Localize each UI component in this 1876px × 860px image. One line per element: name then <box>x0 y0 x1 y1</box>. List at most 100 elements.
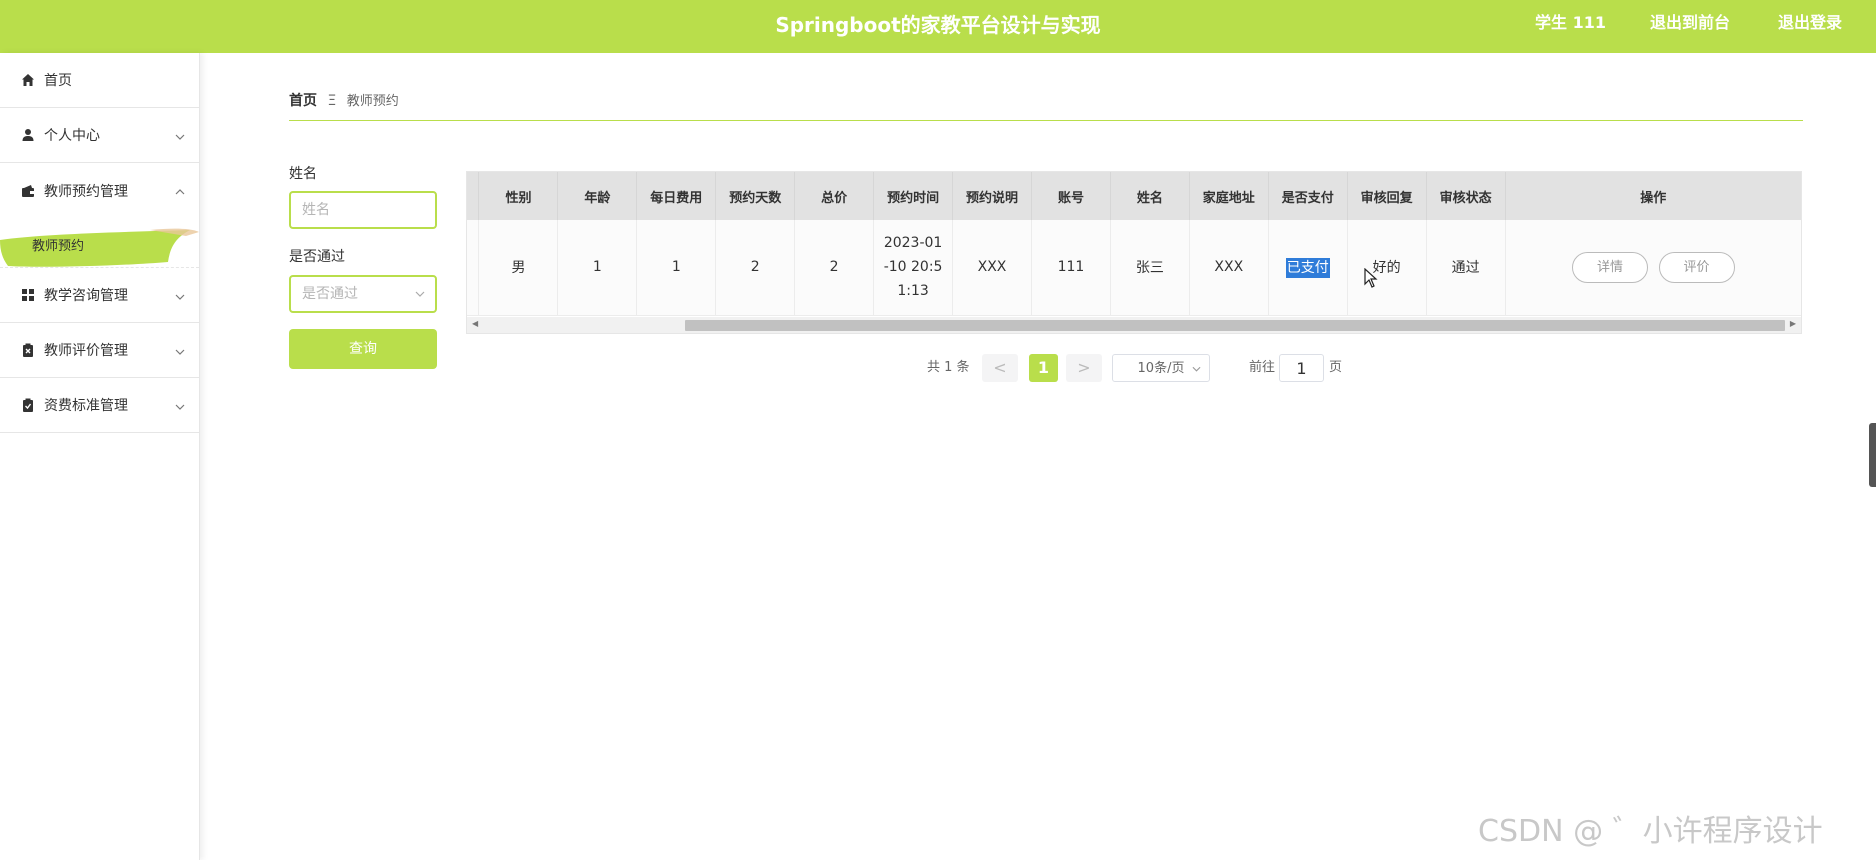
cell-account: 111 <box>1031 220 1111 316</box>
table-header: 预约天数 <box>715 172 796 220</box>
clipboard-x-icon <box>20 342 36 358</box>
user-label[interactable]: 学生 111 <box>1535 0 1606 48</box>
goto-page-input[interactable]: 1 <box>1279 354 1324 382</box>
cell-reply: 好的 <box>1347 220 1427 316</box>
detail-button[interactable]: 详情 <box>1572 251 1649 283</box>
sidebar-item-consulting[interactable]: 教学咨询管理 <box>0 268 199 323</box>
pagination-total: 共 1 条 <box>927 360 970 375</box>
table-header: 操作 <box>1505 172 1801 220</box>
sidebar-subitem-teacher-booking[interactable]: 教师预约 <box>0 228 199 267</box>
table-row: 男 1 1 2 2 2023-01 -10 20:5 1:13 XXX 111 … <box>467 220 1801 316</box>
table-header: 预约时间 <box>873 172 954 220</box>
prev-page-button[interactable]: < <box>982 354 1018 382</box>
wallet-icon <box>20 183 36 199</box>
breadcrumb-separator: Ξ <box>327 93 337 109</box>
sidebar-item-personal[interactable]: 个人中心 <box>0 108 199 163</box>
person-icon <box>20 127 36 143</box>
sidebar-item-label: 个人中心 <box>44 128 100 144</box>
cell-time-line: -10 20:5 <box>883 259 943 276</box>
table-header: 账号 <box>1031 172 1111 220</box>
mouse-cursor-icon <box>1364 267 1378 292</box>
name-label: 姓名 <box>289 166 317 182</box>
sidebar: 首页 个人中心 教师预约管理 教师预约 教学咨询管理 教师评价管理 资费标准管理 <box>0 53 200 860</box>
cell-actions: 详情 评价 <box>1505 220 1801 316</box>
logout-link[interactable]: 退出登录 <box>1778 0 1842 48</box>
watermark: CSDN @ ゛小许程序设计 <box>1478 814 1823 849</box>
sidebar-subitem-label: 教师预约 <box>32 239 85 254</box>
grid-icon <box>20 287 36 303</box>
pass-label: 是否通过 <box>289 249 345 265</box>
cell-note: XXX <box>952 220 1032 316</box>
pass-select[interactable]: 是否通过 <box>289 275 437 313</box>
sidebar-item-label: 首页 <box>44 73 72 89</box>
clipboard-check-icon <box>20 397 36 413</box>
horizontal-scrollbar[interactable]: ◀ ▶ <box>467 317 1801 333</box>
sidebar-item-home[interactable]: 首页 <box>0 53 199 108</box>
chevron-down-icon <box>175 130 185 143</box>
name-input[interactable] <box>302 194 422 226</box>
chevron-down-icon <box>1192 355 1201 383</box>
page-size-select[interactable]: 10条/页 <box>1112 354 1210 382</box>
teacher-booking-submenu: 教师预约 <box>0 218 199 268</box>
cell-days: 2 <box>715 220 796 316</box>
cell-gender: 男 <box>478 220 559 316</box>
paid-status-text: 已支付 <box>1285 258 1330 279</box>
back-to-front-link[interactable]: 退出到前台 <box>1650 0 1730 48</box>
sidebar-item-label: 教师评价管理 <box>44 343 128 359</box>
table-header-row: 性别 年龄 每日费用 预约天数 总价 预约时间 预约说明 账号 姓名 家庭地址 … <box>467 172 1801 220</box>
table-header: 是否支付 <box>1268 172 1348 220</box>
cell-address: XXX <box>1189 220 1269 316</box>
table-header-spacer <box>467 172 480 220</box>
row-spacer <box>467 220 480 316</box>
booking-table: 性别 年龄 每日费用 预约天数 总价 预约时间 预约说明 账号 姓名 家庭地址 … <box>466 171 1802 334</box>
chevron-down-icon <box>175 290 185 303</box>
goto-label: 前往 <box>1249 360 1276 375</box>
chevron-down-icon <box>175 400 185 413</box>
cell-daily-fee: 1 <box>636 220 717 316</box>
scroll-right-icon[interactable]: ▶ <box>1790 319 1796 328</box>
breadcrumb-current: 教师预约 <box>346 94 399 109</box>
cell-time-line: 2023-01 <box>883 235 943 252</box>
sidebar-item-label: 教师预约管理 <box>44 183 128 200</box>
name-field[interactable] <box>289 191 437 229</box>
breadcrumb-divider <box>289 120 1803 121</box>
chevron-up-icon <box>175 185 185 198</box>
home-icon <box>20 72 36 88</box>
review-button[interactable]: 评价 <box>1658 251 1735 283</box>
table-header: 家庭地址 <box>1189 172 1269 220</box>
cell-time-line: 1:13 <box>897 283 929 300</box>
top-header: Springboot的家教平台设计与实现 学生 111 退出到前台 退出登录 <box>0 0 1876 53</box>
page-suffix: 页 <box>1329 360 1343 375</box>
query-button[interactable]: 查询 <box>289 329 437 369</box>
table-header: 性别 <box>478 172 559 220</box>
table-header: 姓名 <box>1110 172 1190 220</box>
next-page-button[interactable]: > <box>1066 354 1102 382</box>
pass-select-placeholder: 是否通过 <box>302 286 358 302</box>
table-header: 每日费用 <box>636 172 717 220</box>
table-header: 年龄 <box>557 172 638 220</box>
scroll-left-icon[interactable]: ◀ <box>472 319 478 328</box>
brush-highlight <box>0 228 199 267</box>
page-number-button[interactable]: 1 <box>1029 354 1058 382</box>
page-size-value: 10条/页 <box>1137 361 1185 376</box>
table-header: 总价 <box>794 172 875 220</box>
scrollbar-thumb[interactable] <box>685 320 1785 331</box>
chevron-down-icon <box>415 277 425 311</box>
cell-paid: 已支付 <box>1268 220 1348 316</box>
side-drawer-handle[interactable] <box>1869 423 1876 487</box>
cell-total: 2 <box>794 220 875 316</box>
sidebar-item-label: 资费标准管理 <box>44 398 128 414</box>
chevron-down-icon <box>175 345 185 358</box>
sidebar-item-fee-standard[interactable]: 资费标准管理 <box>0 378 199 433</box>
table-header: 审核状态 <box>1426 172 1506 220</box>
breadcrumb-home[interactable]: 首页 <box>289 93 317 109</box>
cell-age: 1 <box>557 220 638 316</box>
table-header: 审核回复 <box>1347 172 1427 220</box>
cell-name: 张三 <box>1110 220 1190 316</box>
cell-time: 2023-01 -10 20:5 1:13 <box>873 220 954 316</box>
sidebar-item-teacher-review[interactable]: 教师评价管理 <box>0 323 199 378</box>
table-header: 预约说明 <box>952 172 1032 220</box>
cell-status: 通过 <box>1426 220 1506 316</box>
sidebar-item-teacher-booking[interactable]: 教师预约管理 <box>0 163 199 218</box>
breadcrumb: 首页 Ξ 教师预约 <box>289 90 399 110</box>
